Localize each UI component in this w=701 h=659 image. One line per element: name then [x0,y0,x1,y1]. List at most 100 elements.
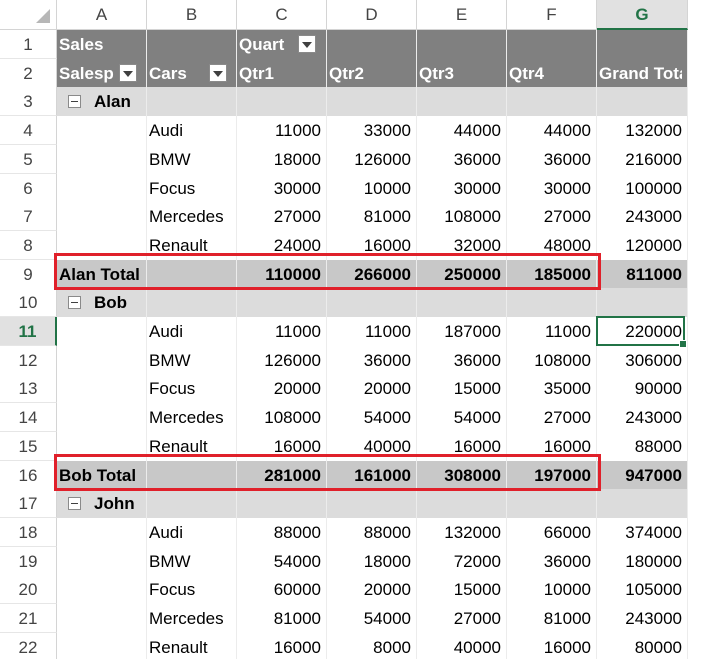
cell-e[interactable]: 132000 [419,518,501,547]
row-header[interactable]: 13 [0,374,57,404]
cell-g[interactable]: 100000 [599,174,682,203]
row-header[interactable]: 15 [0,431,57,461]
cell-g[interactable]: 947000 [599,461,682,490]
cell-c[interactable]: 24000 [239,231,321,260]
cell-f[interactable]: 16000 [509,633,591,659]
cell-e[interactable]: 72000 [419,547,501,576]
cell-g[interactable]: 90000 [599,374,682,403]
cell-c[interactable]: 16000 [239,633,321,659]
row-header[interactable]: 2 [0,58,57,88]
cell-f[interactable]: 36000 [509,145,591,174]
cell-e[interactable]: 250000 [419,260,501,289]
cell-b[interactable]: Focus [149,575,231,604]
cell-a[interactable]: Bob Total [59,461,199,490]
cell-d[interactable]: 40000 [329,432,411,461]
cell-e[interactable]: 27000 [419,604,501,633]
cell-f[interactable]: 44000 [509,116,591,145]
cell-e[interactable]: 187000 [419,317,501,346]
cell-f[interactable]: 35000 [509,374,591,403]
cell-c[interactable]: 27000 [239,202,321,231]
row-header[interactable]: 17 [0,489,57,519]
row-header[interactable]: 4 [0,116,57,146]
row-header[interactable]: 6 [0,173,57,203]
cell-f[interactable]: 197000 [509,461,591,490]
cell-d[interactable]: 8000 [329,633,411,659]
cell-g[interactable]: 374000 [599,518,682,547]
cell-c[interactable]: 30000 [239,174,321,203]
cell-e[interactable]: Qtr3 [419,59,501,88]
cell-g[interactable]: 306000 [599,346,682,375]
column-header-f[interactable]: F [507,0,597,30]
cell-c[interactable]: 16000 [239,432,321,461]
cell-a[interactable]: John [94,489,176,518]
cell-f[interactable]: Qtr4 [509,59,591,88]
cell-d[interactable]: 81000 [329,202,411,231]
cell-c[interactable]: 281000 [239,461,321,490]
row-header[interactable]: 19 [0,546,57,576]
cell-f[interactable]: 36000 [509,547,591,576]
cell-d[interactable]: 11000 [329,317,411,346]
cell-b[interactable]: Focus [149,174,231,203]
cell-e[interactable]: 16000 [419,432,501,461]
cell-e[interactable]: 108000 [419,202,501,231]
row-header[interactable]: 18 [0,517,57,547]
cell-d[interactable]: 266000 [329,260,411,289]
cell-c[interactable]: 18000 [239,145,321,174]
cell-a[interactable]: Alan [94,87,176,116]
cell-f[interactable]: 11000 [509,317,591,346]
column-header-b[interactable]: B [147,0,237,30]
column-header-d[interactable]: D [327,0,417,30]
cell-b[interactable]: Renault [149,432,231,461]
cell-b[interactable]: Mercedes [149,202,231,231]
cell-g[interactable]: 120000 [599,231,682,260]
cell-c[interactable]: 88000 [239,518,321,547]
cell-c[interactable]: 108000 [239,403,321,432]
cell-f[interactable]: 16000 [509,432,591,461]
cell-d[interactable]: 126000 [329,145,411,174]
cell-f[interactable]: 48000 [509,231,591,260]
row-header[interactable]: 21 [0,604,57,633]
cell-a[interactable]: Bob [94,288,176,317]
filter-dropdown-icon[interactable] [119,63,137,82]
fill-handle[interactable] [679,340,687,348]
cell-d[interactable]: 10000 [329,174,411,203]
cell-e[interactable]: 44000 [419,116,501,145]
cell-c[interactable]: Qtr1 [239,59,321,88]
cell-d[interactable]: 36000 [329,346,411,375]
cell-d[interactable]: 161000 [329,461,411,490]
row-header[interactable]: 16 [0,460,57,490]
cell-c[interactable]: 20000 [239,374,321,403]
filter-dropdown-icon[interactable] [298,35,316,53]
row-header[interactable]: 5 [0,144,57,174]
cell-a[interactable]: Sales [59,30,141,59]
row-header[interactable]: 12 [0,345,57,375]
row-header[interactable]: 8 [0,230,57,260]
column-header-c[interactable]: C [237,0,327,30]
select-all-button[interactable] [0,0,57,30]
cell-b[interactable]: BMW [149,547,231,576]
cell-g[interactable]: 80000 [599,633,682,659]
cell-d[interactable]: 16000 [329,231,411,260]
cell-f[interactable]: 81000 [509,604,591,633]
cell-a[interactable]: Alan Total [59,260,199,289]
row-header[interactable]: 7 [0,202,57,232]
cell-e[interactable]: 308000 [419,461,501,490]
cell-c[interactable]: 126000 [239,346,321,375]
cell-b[interactable]: Mercedes [149,403,231,432]
cell-f[interactable]: 27000 [509,202,591,231]
cell-f[interactable]: 66000 [509,518,591,547]
cell-b[interactable]: Renault [149,633,231,659]
cell-b[interactable]: BMW [149,346,231,375]
collapse-minus-icon[interactable] [68,497,81,511]
cell-d[interactable]: 33000 [329,116,411,145]
collapse-minus-icon[interactable] [68,95,81,109]
cell-d[interactable]: 18000 [329,547,411,576]
filter-dropdown-icon[interactable] [209,63,227,82]
cell-g[interactable]: 243000 [599,403,682,432]
column-header-a[interactable]: A [57,0,147,30]
cell-g[interactable]: 180000 [599,547,682,576]
column-header-e[interactable]: E [417,0,507,30]
cell-f[interactable]: 108000 [509,346,591,375]
cell-e[interactable]: 36000 [419,346,501,375]
cell-f[interactable]: 185000 [509,260,591,289]
